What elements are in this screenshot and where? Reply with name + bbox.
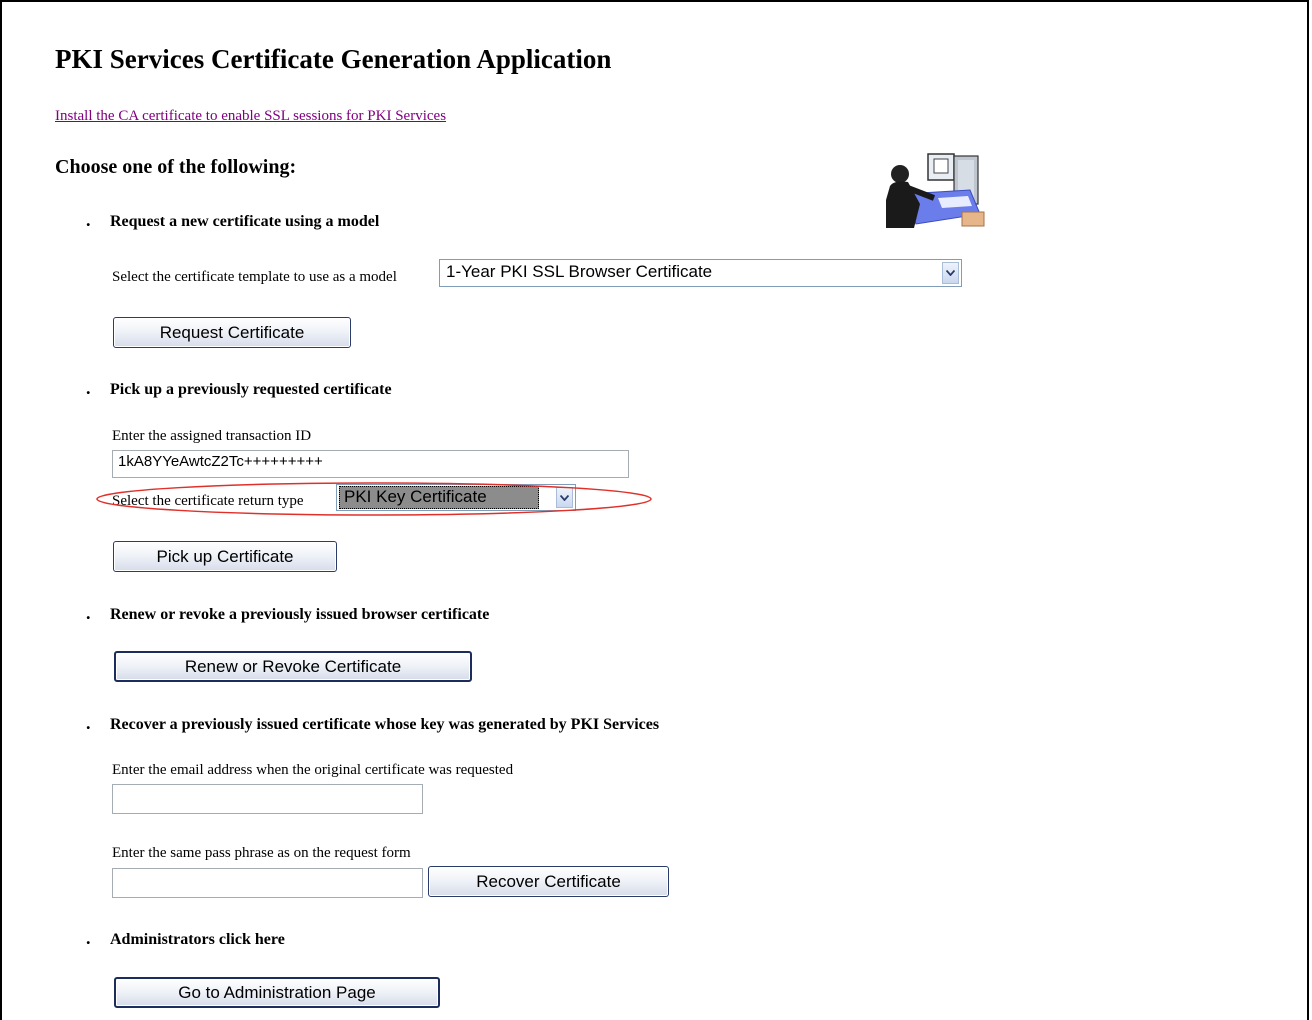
bullet-marker: . <box>86 603 91 623</box>
request-heading: . Request a new certificate using a model <box>86 210 380 230</box>
chevron-down-icon[interactable] <box>942 262 959 284</box>
bullet-marker: . <box>86 928 91 948</box>
admin-page-button[interactable]: Go to Administration Page <box>114 977 440 1008</box>
request-certificate-button[interactable]: Request Certificate <box>113 317 351 348</box>
transaction-id-input[interactable]: 1kA8YYeAwtcZ2Tc+++++++++ <box>112 450 629 478</box>
computer-user-icon <box>886 153 985 228</box>
highlight-ellipse <box>96 482 652 516</box>
bullet-marker: . <box>86 210 91 230</box>
choose-heading: Choose one of the following: <box>55 156 297 178</box>
pickup-certificate-button[interactable]: Pick up Certificate <box>113 541 337 572</box>
recover-heading: . Recover a previously issued certificate… <box>86 713 660 733</box>
renew-revoke-button[interactable]: Renew or Revoke Certificate <box>114 651 472 682</box>
recover-certificate-button[interactable]: Recover Certificate <box>428 866 669 897</box>
admin-heading: . Administrators click here <box>86 928 285 948</box>
bullet-marker: . <box>86 378 91 398</box>
renew-heading: . Renew or revoke a previously issued bro… <box>86 603 490 623</box>
template-select[interactable]: 1-Year PKI SSL Browser Certificate <box>439 259 962 287</box>
email-label: Enter the email address when the origina… <box>112 762 514 778</box>
passphrase-label: Enter the same pass phrase as on the req… <box>112 845 411 861</box>
template-select-value: 1-Year PKI SSL Browser Certificate <box>446 262 713 281</box>
install-ca-link[interactable]: Install the CA certificate to enable SSL… <box>55 108 446 125</box>
passphrase-input[interactable] <box>112 868 423 898</box>
template-label: Select the certificate template to use a… <box>112 269 397 285</box>
page-title: PKI Services Certificate Generation Appl… <box>55 44 612 74</box>
email-input[interactable] <box>112 784 423 814</box>
pickup-heading: . Pick up a previously requested certific… <box>86 378 392 398</box>
transaction-id-label: Enter the assigned transaction ID <box>112 428 312 444</box>
bullet-marker: . <box>86 713 91 733</box>
